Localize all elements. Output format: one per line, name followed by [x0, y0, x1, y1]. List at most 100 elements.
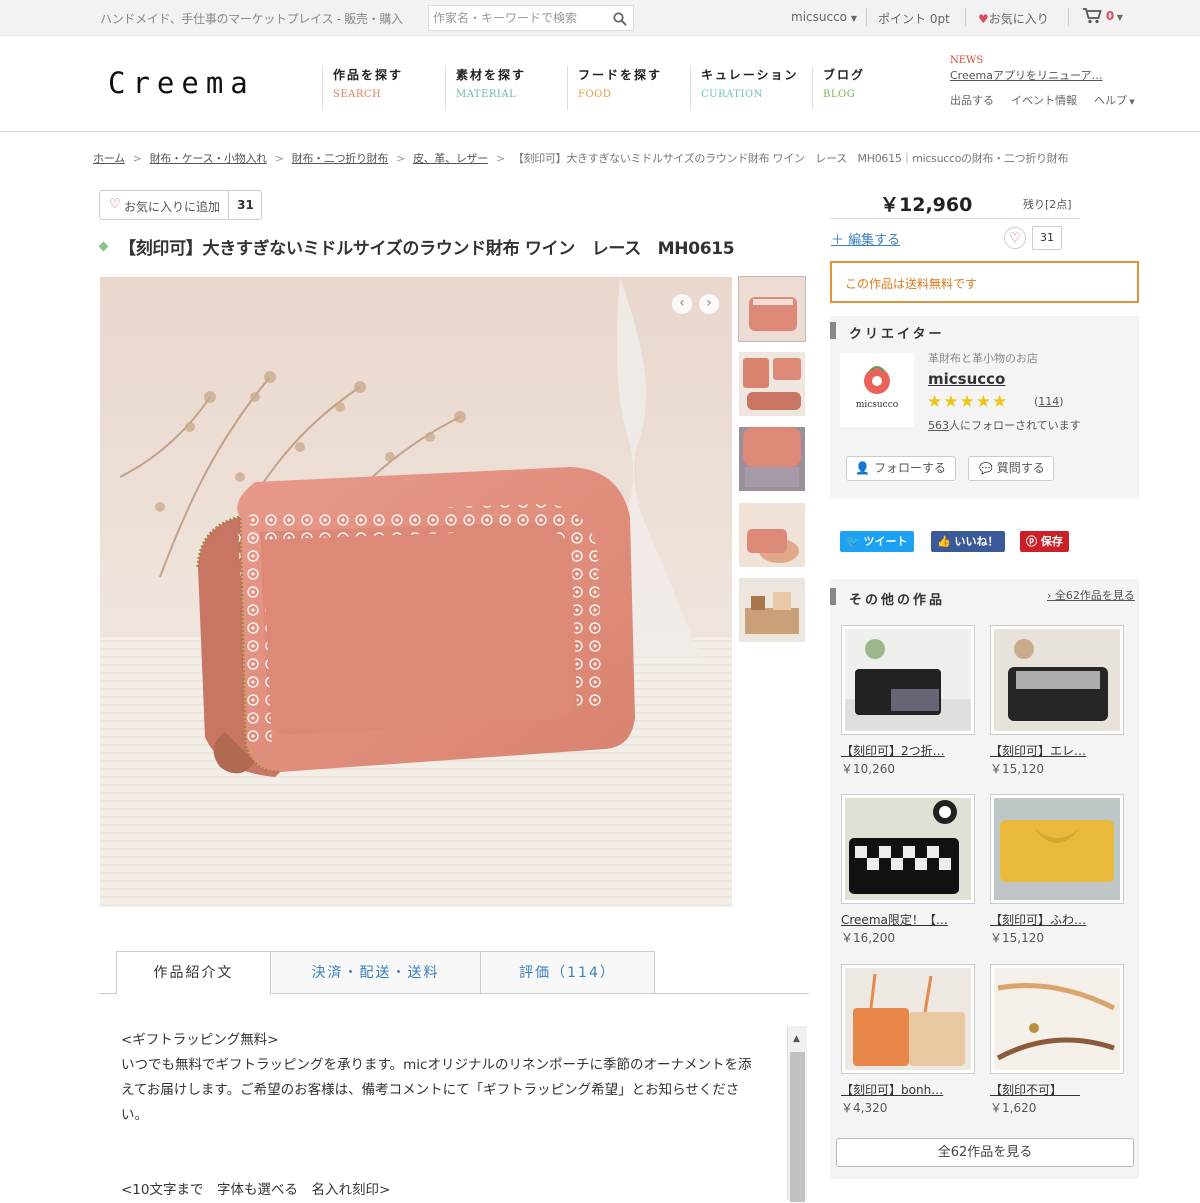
product-card-image[interactable]: [841, 625, 975, 735]
help-link[interactable]: ヘルプ ▼: [1094, 94, 1135, 107]
edit-label: ＋ 編集する: [831, 233, 901, 248]
chevron-left-icon: ‹: [679, 295, 685, 311]
nav-sublabel: MATERIAL: [456, 89, 517, 100]
product-card-name[interactable]: 【刻印可】ふわ…: [990, 911, 1124, 928]
breadcrumb-subcategory[interactable]: 財布・二つ折り財布: [292, 150, 389, 166]
divider: [830, 218, 1080, 219]
product-title-row: 【刻印可】大きすぎないミドルサイズのラウンド財布 ワイン レース MH0615: [98, 234, 735, 259]
free-shipping-notice: この作品は送料無料です: [830, 261, 1139, 303]
see-all-works-button[interactable]: 全62作品を見る: [836, 1138, 1134, 1167]
divider: [1068, 8, 1069, 26]
thumbnail-4[interactable]: [739, 503, 805, 567]
favorite-count: 31: [228, 191, 262, 219]
breadcrumb-category[interactable]: 財布・ケース・小物入れ: [150, 150, 267, 166]
nav-sublabel: SEARCH: [333, 89, 382, 100]
tab-description[interactable]: 作品紹介文: [116, 951, 271, 995]
diamond-bullet-icon: [98, 241, 109, 251]
description-line: いつでも無料でギフトラッピングを承ります。micオリジナルのリネンポーチに季節の…: [121, 1057, 752, 1123]
product-card-image[interactable]: [990, 964, 1124, 1074]
see-all-label: 全62作品を見る: [1054, 589, 1135, 602]
followers-info: 563人にフォローされています: [928, 417, 1081, 433]
like-label: いいね！: [954, 535, 999, 548]
product-card-price: ￥15,120: [990, 931, 1044, 945]
chevron-right-icon: >: [396, 152, 406, 165]
search-input[interactable]: [429, 6, 599, 30]
product-card-name[interactable]: 【刻印可】bonh…: [841, 1081, 975, 1098]
product-card-image[interactable]: [841, 964, 975, 1074]
tab-payment-shipping[interactable]: 決済・配送・送料: [270, 951, 481, 994]
caret-down-icon: ▼: [850, 14, 857, 23]
search-icon[interactable]: [613, 11, 627, 30]
add-favorite-button[interactable]: ♡ お気に入りに追加 31: [99, 190, 262, 220]
sidebar-favorite[interactable]: ♡ 31: [1004, 226, 1062, 250]
breadcrumb-home[interactable]: ホーム: [93, 150, 125, 166]
product-card-image[interactable]: [990, 625, 1124, 735]
creator-avatar[interactable]: micsucco: [840, 353, 914, 427]
question-button[interactable]: 💬 質問する: [968, 456, 1054, 481]
chevron-right-icon: >: [495, 152, 505, 165]
creator-name[interactable]: micsucco: [928, 370, 1005, 388]
header-links: 出品する イベント情報 ヘルプ ▼: [950, 92, 1135, 108]
creator-heading: クリエイター: [830, 322, 1139, 342]
news-link[interactable]: Creemaアプリをリニューア…: [950, 67, 1135, 83]
product-card-name[interactable]: 【刻印不可】: [990, 1081, 1124, 1098]
cart-link[interactable]: 0 ▼: [1082, 7, 1123, 27]
site-tagline: ハンドメイド、手仕事のマーケットプレイス - 販売・購入: [100, 12, 403, 26]
product-card-name[interactable]: Creema限定！【…: [841, 911, 975, 928]
product-description: <ギフトラッピング無料> いつでも無料でギフトラッピングを承ります。micオリジ…: [121, 1028, 761, 1203]
rating-count-link[interactable]: (114): [1034, 395, 1064, 408]
description-line: <10文字まで 字体も選べる 名入れ刻印>: [121, 1182, 391, 1198]
product-card-name[interactable]: 【刻印可】エレ…: [990, 742, 1124, 759]
nav-curation[interactable]: キュレーション CURATION: [690, 66, 799, 110]
creator-tagline: 革財布と革小物のお店: [928, 352, 1038, 365]
product-card-price: ￥10,260: [841, 762, 895, 776]
thumbnail-2[interactable]: [739, 352, 805, 416]
product-card-image[interactable]: [990, 794, 1124, 904]
followers-text: 人にフォローされています: [949, 419, 1081, 432]
breadcrumb-material[interactable]: 皮、革、レザー: [413, 150, 488, 166]
points-link[interactable]: ポイント 0pt: [878, 10, 950, 27]
add-favorite-label: お気に入りに追加: [124, 200, 221, 214]
product-price: ￥12,960: [880, 194, 973, 216]
chevron-right-icon: >: [274, 152, 284, 165]
scrollbar-thumb[interactable]: [790, 1052, 805, 1202]
events-link[interactable]: イベント情報: [1011, 94, 1077, 107]
pinterest-save-button[interactable]: ⓟ 保存: [1020, 531, 1069, 552]
heart-outline-icon[interactable]: ♡: [1004, 227, 1026, 249]
news-label: NEWS: [950, 55, 984, 66]
thumbnail-5[interactable]: [739, 578, 805, 642]
followers-count[interactable]: 563: [928, 419, 949, 432]
product-card-image[interactable]: [841, 794, 975, 904]
product-main-image[interactable]: [100, 277, 732, 907]
description-tabs: 作品紹介文 決済・配送・送料 評価（114）: [99, 951, 809, 995]
favorites-link[interactable]: ♥お気に入り: [978, 10, 1049, 27]
facebook-like-button[interactable]: 👍 いいね！: [931, 531, 1005, 552]
prev-image-button[interactable]: ‹: [672, 294, 692, 314]
nav-sublabel: FOOD: [578, 89, 612, 100]
edit-link[interactable]: ＋ 編集する: [831, 229, 900, 248]
help-label: ヘルプ: [1094, 94, 1127, 107]
stock-remaining: 残り[2点]: [1023, 198, 1072, 211]
tweet-button[interactable]: 🐦 ツイート: [840, 531, 914, 552]
follow-button[interactable]: 👤 フォローする: [846, 456, 956, 481]
thumbnail-1[interactable]: [738, 276, 806, 342]
next-image-button[interactable]: ›: [699, 294, 719, 314]
scroll-up-icon[interactable]: ▲: [793, 1034, 800, 1044]
nav-food[interactable]: フードを探す FOOD: [567, 66, 662, 110]
caret-down-icon: ▼: [1114, 13, 1123, 22]
sell-link[interactable]: 出品する: [950, 94, 994, 107]
nav-search[interactable]: 作品を探す SEARCH: [322, 66, 403, 110]
tab-reviews[interactable]: 評価（114）: [480, 951, 655, 994]
heart-icon: ♥: [978, 12, 989, 26]
search-box[interactable]: [428, 5, 634, 31]
see-all-link[interactable]: › 全62作品を見る: [1047, 587, 1135, 603]
product-card-name[interactable]: 【刻印可】2つ折…: [841, 742, 975, 759]
rating-count: 114: [1038, 395, 1060, 408]
nav-material[interactable]: 素材を探す MATERIAL: [445, 66, 526, 110]
thumbnail-3[interactable]: [739, 427, 805, 491]
breadcrumb-current: 【刻印可】大きすぎないミドルサイズのラウンド財布 ワイン レース MH0615｜…: [512, 152, 1069, 165]
nav-blog[interactable]: ブログ BLOG: [812, 66, 865, 110]
description-scrollbar[interactable]: ▲: [787, 1026, 807, 1202]
user-menu[interactable]: micsucco ▼: [791, 10, 857, 24]
creema-logo[interactable]: Creema: [108, 66, 255, 100]
